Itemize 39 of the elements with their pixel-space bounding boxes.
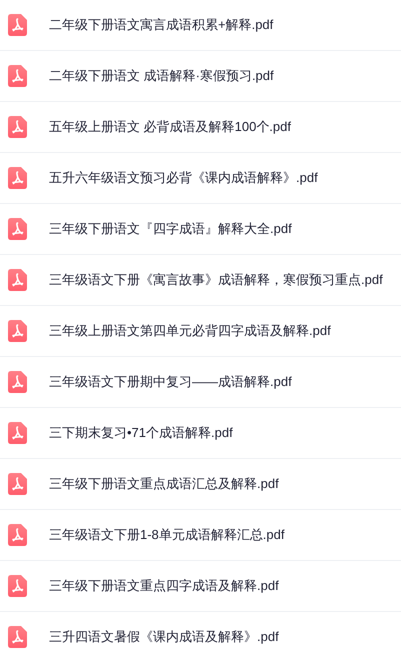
file-name: 三年级语文下册《寓言故事》成语解释，寒假预习重点.pdf [49,271,383,290]
file-name: 二年级下册语文 成语解释·寒假预习.pdf [49,67,274,86]
pdf-icon [8,65,27,87]
file-name: 三下期末复习•71个成语解释.pdf [49,424,233,442]
file-row[interactable]: 三年级语文下册1-8单元成语解释汇总.pdf [0,510,401,561]
pdf-icon [8,269,27,291]
pdf-icon [8,422,27,444]
pdf-icon [8,575,27,597]
pdf-icon [8,626,27,648]
file-name: 三年级语文下册1-8单元成语解释汇总.pdf [49,526,284,544]
file-row[interactable]: 五升六年级语文预习必背《课内成语解释》.pdf [0,153,401,204]
file-name: 三年级下册语文重点四字成语及解释.pdf [49,577,279,596]
pdf-icon [8,218,27,240]
file-row[interactable]: 三下期末复习•71个成语解释.pdf [0,408,401,459]
file-row[interactable]: 三年级语文下册《寓言故事》成语解释，寒假预习重点.pdf [0,255,401,306]
file-row[interactable]: 三年级下册语文重点四字成语及解释.pdf [0,561,401,612]
file-row[interactable]: 三年级下册语文重点成语汇总及解释.pdf [0,459,401,510]
file-row[interactable]: 三升四语文暑假《课内成语及解释》.pdf [0,612,401,656]
file-name: 三年级语文下册期中复习——成语解释.pdf [49,373,292,392]
file-row[interactable]: 三年级下册语文『四字成语』解释大全.pdf [0,204,401,255]
file-row[interactable]: 二年级下册语文 成语解释·寒假预习.pdf [0,51,401,102]
file-row[interactable]: 五年级上册语文 必背成语及解释100个.pdf [0,102,401,153]
file-row[interactable]: 三年级语文下册期中复习——成语解释.pdf [0,357,401,408]
file-name: 二年级下册语文寓言成语积累+解释.pdf [49,16,274,34]
file-name: 三年级下册语文重点成语汇总及解释.pdf [49,475,279,494]
pdf-icon [8,14,27,36]
pdf-icon [8,473,27,495]
pdf-icon [8,524,27,546]
file-row[interactable]: 二年级下册语文寓言成语积累+解释.pdf [0,0,401,51]
file-name: 三年级上册语文第四单元必背四字成语及解释.pdf [49,322,331,340]
file-name: 五年级上册语文 必背成语及解释100个.pdf [49,118,291,136]
pdf-icon [8,116,27,138]
file-name: 三年级下册语文『四字成语』解释大全.pdf [49,220,292,238]
file-name: 三升四语文暑假《课内成语及解释》.pdf [49,628,279,646]
pdf-icon [8,167,27,189]
file-name: 五升六年级语文预习必背《课内成语解释》.pdf [49,169,318,188]
file-row[interactable]: 三年级上册语文第四单元必背四字成语及解释.pdf [0,306,401,357]
pdf-icon [8,320,27,342]
pdf-icon [8,371,27,393]
